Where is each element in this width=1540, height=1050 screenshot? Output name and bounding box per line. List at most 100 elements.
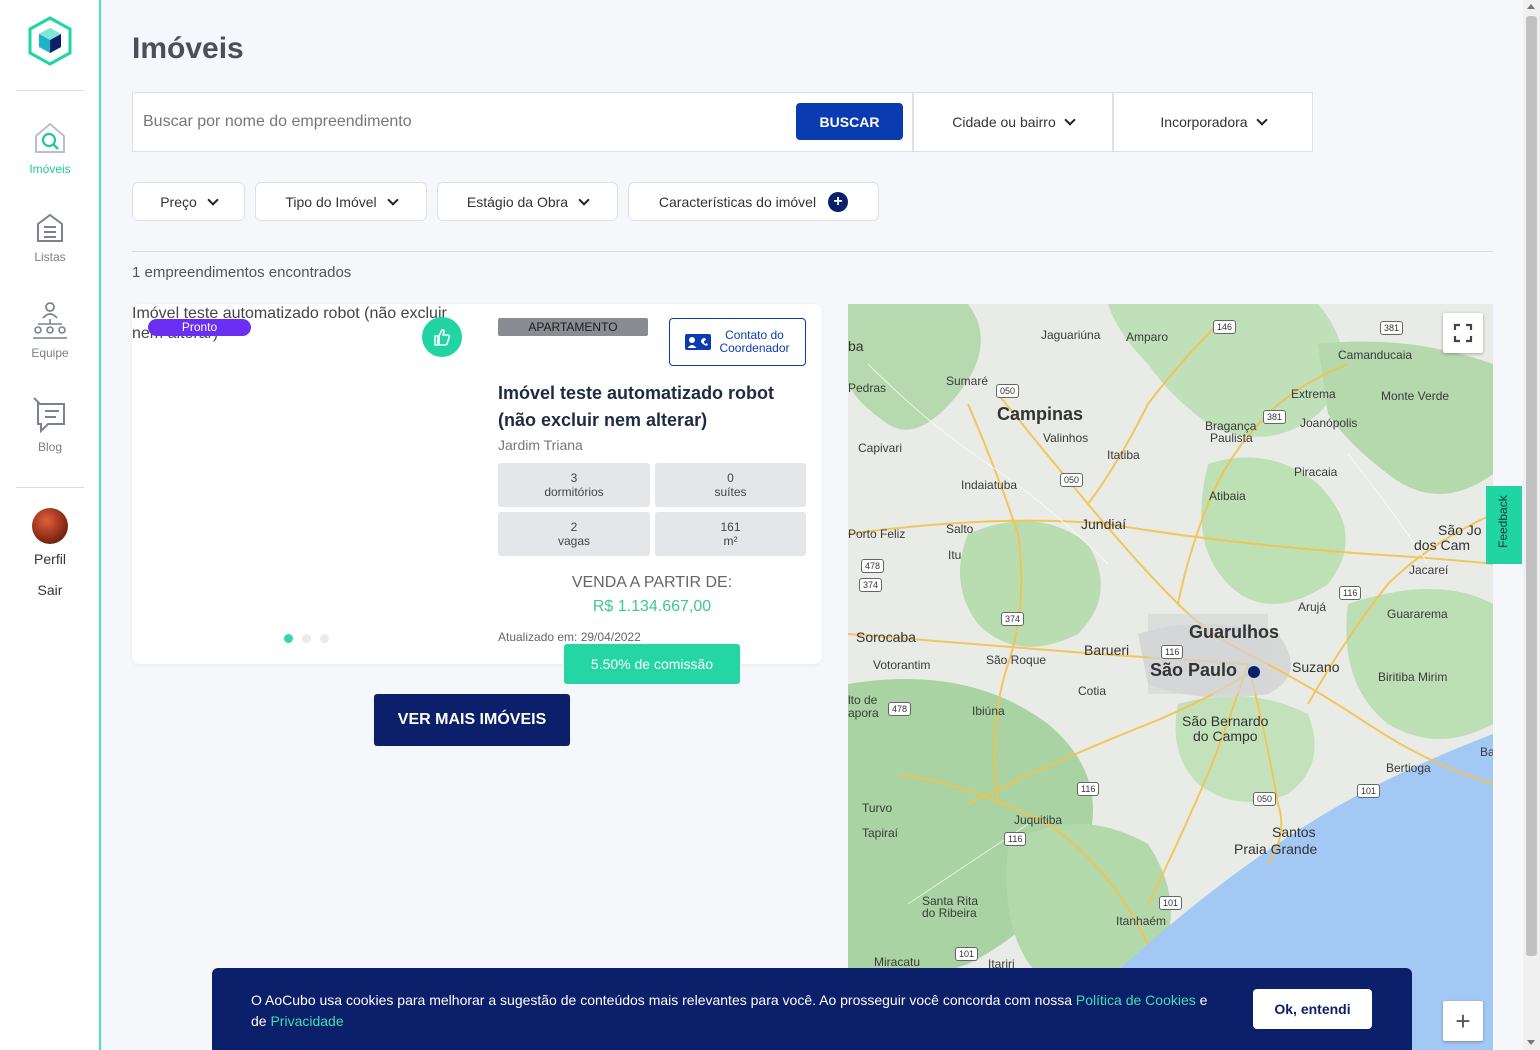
feature-parking: 2 vagas — [498, 512, 650, 556]
scroll-up-icon[interactable] — [1527, 4, 1535, 9]
road-shield: 050 — [996, 384, 1020, 398]
map-label: São Jo — [1438, 522, 1482, 538]
cube-logo-icon[interactable] — [27, 16, 73, 66]
page-scrollbar[interactable] — [1523, 0, 1540, 1050]
map-label: apora — [848, 706, 879, 720]
feature-suites: 0 suítes — [655, 463, 806, 507]
listing-neighborhood: Jardim Triana — [498, 437, 583, 453]
map[interactable]: Jaguariúna Amparo Camanducaia ba Pedras … — [848, 304, 1493, 1050]
road-shield: 050 — [1060, 473, 1084, 487]
cookie-policy-link[interactable]: Política de Cookies — [1076, 992, 1196, 1008]
map-label: Biritiba Mirim — [1378, 670, 1448, 684]
filter-price[interactable]: Preço — [132, 182, 245, 221]
results-count: 1 empreendimentos encontrados — [132, 264, 352, 281]
map-label: Extrema — [1291, 387, 1336, 401]
filter-stage[interactable]: Estágio da Obra — [437, 182, 618, 221]
map-label: Barueri — [1084, 642, 1130, 658]
feedback-tab[interactable]: Feedback — [1486, 486, 1522, 564]
see-more-button[interactable]: VER MAIS IMÓVEIS — [374, 694, 570, 746]
carousel-dot[interactable] — [302, 634, 311, 643]
like-button[interactable] — [422, 317, 462, 357]
road-shield: 381 — [1380, 321, 1404, 335]
chevron-down-icon — [386, 193, 399, 206]
sidebar-item-label: Equipe — [31, 346, 69, 360]
filter-type[interactable]: Tipo do Imóvel — [255, 182, 427, 221]
developer-dropdown[interactable]: Incorporadora — [1113, 92, 1313, 152]
filter-type-label: Tipo do Imóvel — [285, 193, 377, 210]
avatar[interactable] — [32, 508, 68, 544]
type-badge-label: APARTAMENTO — [528, 320, 618, 334]
carousel-dots — [284, 634, 329, 643]
listing-title[interactable]: Imóvel teste automatizado robot (não exc… — [498, 380, 808, 434]
search-input[interactable] — [143, 103, 783, 141]
feature-area: 161 m² — [655, 512, 806, 556]
thumbs-up-icon — [434, 328, 451, 346]
map-zoom-in-button[interactable]: + — [1443, 1001, 1483, 1041]
map-label: lto de — [848, 693, 878, 707]
status-badge: Pronto — [148, 319, 251, 336]
road-shield: 101 — [1159, 896, 1183, 910]
map-label: Indaiatuba — [961, 478, 1018, 492]
logout-link[interactable]: Sair — [0, 582, 100, 598]
sidebar-item-imoveis[interactable]: Imóveis — [0, 120, 100, 176]
map-label: Capivari — [858, 441, 903, 455]
filter-stage-label: Estágio da Obra — [466, 193, 569, 210]
map-label: Pedras — [848, 381, 887, 395]
filter-features[interactable]: Características do imóvel + — [628, 182, 879, 221]
sidebar-divider — [16, 487, 84, 488]
feature-unit: dormitórios — [544, 485, 604, 499]
map-label: Tapiraí — [862, 826, 899, 840]
road-shield: 101 — [955, 947, 979, 961]
cookie-accept-button[interactable]: Ok, entendi — [1253, 989, 1372, 1029]
map-label: Cotia — [1078, 684, 1107, 698]
road-shield: 478 — [888, 702, 912, 716]
feature-value: 2 — [570, 520, 578, 534]
road-shield: 146 — [1213, 320, 1237, 334]
map-label: do Ribeira — [922, 906, 977, 920]
map-label: Campinas — [997, 404, 1084, 424]
contact-coordinator-button[interactable]: Contato do Coordenador — [669, 318, 806, 366]
scroll-down-icon[interactable] — [1527, 1040, 1535, 1045]
chevron-down-icon — [1064, 114, 1076, 126]
road-shield: 381 — [1263, 410, 1287, 424]
road-shield: 116 — [1161, 645, 1184, 659]
road-shield: 116 — [1077, 782, 1100, 796]
price-value: R$ 1.134.667,00 — [592, 598, 712, 615]
road-shield: 101 — [1357, 784, 1381, 798]
page-title: Imóveis — [132, 32, 244, 65]
listing-card[interactable]: Imóvel teste automatizado robot (não exc… — [132, 304, 822, 684]
privacy-link[interactable]: Privacidade — [270, 1013, 343, 1029]
carousel-dot[interactable] — [284, 634, 293, 643]
map-label: Itatiba — [1107, 448, 1140, 462]
carousel-dot[interactable] — [320, 634, 329, 643]
road-shield: 050 — [1253, 792, 1277, 806]
map-label: Sumaré — [946, 374, 989, 388]
feedback-label: Feedback — [1496, 495, 1510, 548]
map-label: Paulista — [1210, 431, 1253, 445]
map-label: Atibaia — [1209, 489, 1246, 503]
profile-link[interactable]: Perfil — [0, 551, 100, 567]
plus-circle-icon: + — [828, 191, 849, 212]
price-label: VENDA A PARTIR DE: — [571, 574, 733, 591]
sidebar-item-blog[interactable]: Blog — [0, 396, 100, 454]
sidebar-item-listas[interactable]: Listas — [0, 212, 100, 264]
contact-label-line2: Coordenador — [719, 341, 790, 355]
map-label: Guararema — [1387, 607, 1448, 621]
scrollbar-thumb[interactable] — [1526, 16, 1537, 956]
sidebar-item-label: Imóveis — [29, 162, 71, 176]
map-fullscreen-button[interactable] — [1443, 313, 1483, 353]
road-shield: 116 — [1004, 832, 1027, 846]
map-label: Santos — [1272, 824, 1316, 840]
feature-unit: m² — [723, 534, 738, 548]
city-dropdown[interactable]: Cidade ou bairro — [913, 92, 1113, 152]
house-search-icon — [35, 122, 65, 153]
search-button[interactable]: BUSCAR — [796, 103, 903, 140]
commission-badge: 5.50% de comissão — [564, 644, 740, 684]
chevron-down-icon — [1255, 114, 1268, 126]
map-label: Itu — [948, 548, 962, 562]
map-label: do Campo — [1193, 728, 1258, 744]
feature-unit: vagas — [557, 534, 591, 548]
type-badge: APARTAMENTO — [498, 318, 648, 336]
sidebar-item-equipe[interactable]: Equipe — [0, 300, 100, 360]
map-label: Amparo — [1126, 330, 1169, 344]
